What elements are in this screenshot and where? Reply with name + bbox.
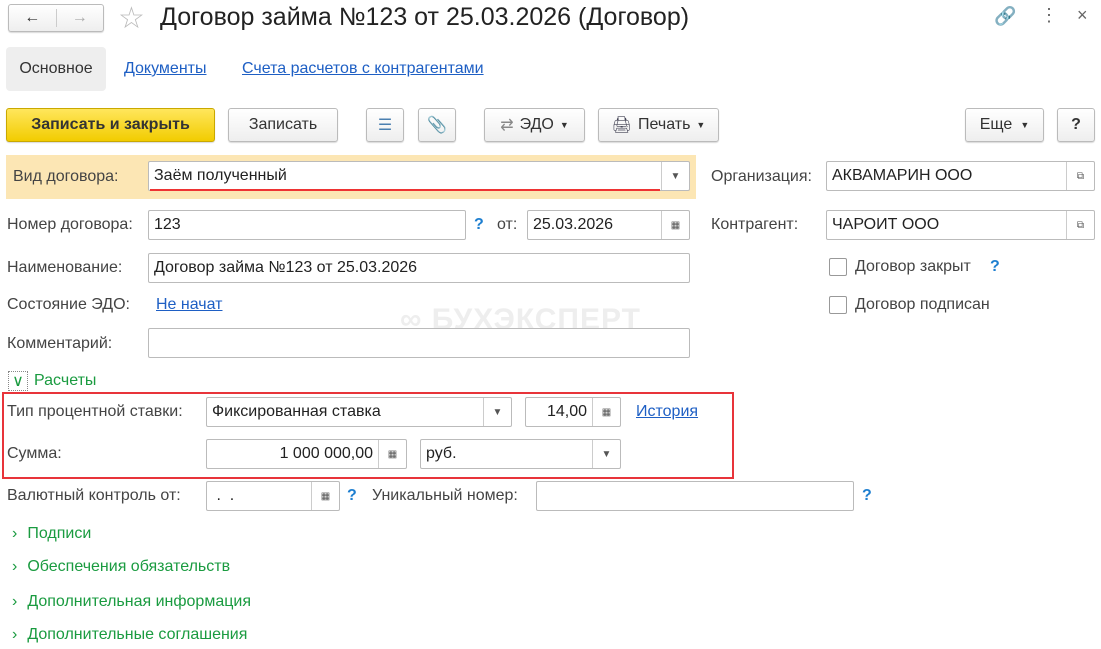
rate-field[interactable]: 14,00 ▦ bbox=[525, 397, 621, 427]
edo-button[interactable]: ⇄ ЭДО ▼ bbox=[484, 108, 585, 142]
counterparty-field[interactable]: ЧАРОИТ ООО ⧉ bbox=[826, 210, 1095, 240]
number-field[interactable]: 123 bbox=[148, 210, 466, 240]
name-field[interactable]: Договор займа №123 от 25.03.2026 bbox=[148, 253, 690, 283]
save-close-button[interactable]: Записать и закрыть bbox=[6, 108, 215, 142]
sum-label: Сумма: bbox=[7, 445, 62, 462]
printer-icon: 🖨 bbox=[611, 117, 632, 134]
group-label: Дополнительные соглашения bbox=[27, 626, 248, 643]
dropdown-icon[interactable]: ▼ bbox=[661, 162, 689, 190]
print-label: Печать bbox=[637, 116, 691, 133]
print-button[interactable]: 🖨 Печать ▼ bbox=[598, 108, 719, 142]
contract-signed-label: Договор подписан bbox=[855, 296, 990, 313]
calculator-icon[interactable]: ▦ bbox=[592, 398, 620, 426]
save-button[interactable]: Записать bbox=[228, 108, 338, 142]
date-value: 25.03.2026 bbox=[533, 216, 614, 233]
dropdown-icon: ▼ bbox=[696, 120, 706, 130]
group-label: Расчеты bbox=[34, 372, 97, 389]
structure-icon[interactable]: ☰ bbox=[366, 108, 404, 142]
nav-buttons: ← → bbox=[8, 4, 104, 32]
more-label: Еще bbox=[979, 116, 1013, 133]
sum-value: 1 000 000,00 bbox=[279, 445, 373, 462]
chevron-right-icon: › bbox=[12, 558, 18, 575]
help-icon[interactable]: ? bbox=[347, 487, 357, 505]
name-value: Договор займа №123 от 25.03.2026 bbox=[154, 259, 418, 276]
currency-control-label: Валютный контроль от: bbox=[7, 487, 181, 504]
group-signatures[interactable]: › Подписи bbox=[12, 525, 91, 543]
history-link[interactable]: История bbox=[636, 403, 698, 421]
rate-type-value: Фиксированная ставка bbox=[212, 403, 381, 420]
calendar-icon[interactable]: ▦ bbox=[661, 211, 689, 239]
counterparty-value: ЧАРОИТ ООО bbox=[832, 216, 940, 233]
contract-type-select[interactable]: Заём полученный ▼ bbox=[148, 161, 690, 191]
unique-number-field[interactable] bbox=[536, 481, 854, 511]
favorite-star-icon[interactable]: ☆ bbox=[118, 1, 145, 36]
edo-icon: ⇄ bbox=[500, 117, 514, 134]
dropdown-icon: ▼ bbox=[1020, 120, 1030, 130]
chevron-right-icon: › bbox=[12, 626, 18, 643]
help-button[interactable]: ? bbox=[1057, 108, 1095, 142]
organization-label: Организация: bbox=[711, 168, 812, 185]
date-field[interactable]: 25.03.2026 ▦ bbox=[527, 210, 690, 240]
group-additional-info[interactable]: › Дополнительная информация bbox=[12, 593, 251, 611]
link-icon[interactable]: 🔗 bbox=[994, 6, 1016, 27]
organization-field[interactable]: АКВАМАРИН ООО ⧉ bbox=[826, 161, 1095, 191]
forward-arrow-icon[interactable]: → bbox=[57, 9, 104, 27]
group-label: Подписи bbox=[27, 525, 92, 542]
help-icon[interactable]: ? bbox=[990, 258, 1000, 276]
close-icon[interactable]: × bbox=[1077, 5, 1088, 26]
comment-field[interactable] bbox=[148, 328, 690, 358]
number-value: 123 bbox=[154, 216, 181, 233]
edo-state-link[interactable]: Не начат bbox=[156, 296, 223, 314]
group-label: Дополнительная информация bbox=[27, 593, 251, 610]
rate-value: 14,00 bbox=[546, 403, 587, 420]
page-title: Договор займа №123 от 25.03.2026 (Догово… bbox=[160, 3, 690, 31]
rate-type-label: Тип процентной ставки: bbox=[7, 403, 183, 420]
dropdown-icon[interactable]: ▼ bbox=[483, 398, 511, 426]
counterparty-label: Контрагент: bbox=[711, 216, 799, 233]
comment-label: Комментарий: bbox=[7, 335, 113, 352]
tab-documents[interactable]: Документы bbox=[124, 60, 206, 78]
rate-type-select[interactable]: Фиксированная ставка ▼ bbox=[206, 397, 512, 427]
name-label: Наименование: bbox=[7, 259, 123, 276]
contract-closed-checkbox[interactable] bbox=[829, 258, 847, 276]
open-icon[interactable]: ⧉ bbox=[1066, 162, 1094, 190]
group-agreements[interactable]: › Дополнительные соглашения bbox=[12, 626, 247, 644]
date-label: от: bbox=[497, 216, 518, 233]
calendar-icon[interactable]: ▦ bbox=[311, 482, 339, 510]
help-icon[interactable]: ? bbox=[862, 487, 872, 505]
currency-control-value: . . bbox=[212, 487, 235, 504]
sum-field[interactable]: 1 000 000,00 ▦ bbox=[206, 439, 407, 469]
back-arrow-icon[interactable]: ← bbox=[9, 9, 57, 27]
edo-label: ЭДО bbox=[519, 116, 554, 133]
contract-type-value: Заём полученный bbox=[154, 167, 287, 184]
edo-state-label: Состояние ЭДО: bbox=[7, 296, 130, 313]
open-icon[interactable]: ⧉ bbox=[1066, 211, 1094, 239]
more-menu-icon[interactable]: ⋮ bbox=[1040, 5, 1058, 26]
currency-control-date[interactable]: . . ▦ bbox=[206, 481, 340, 511]
dropdown-icon[interactable]: ▼ bbox=[592, 440, 620, 468]
number-label: Номер договора: bbox=[7, 216, 133, 233]
currency-value: руб. bbox=[426, 445, 457, 462]
contract-type-label: Вид договора: bbox=[13, 168, 119, 185]
calculator-icon[interactable]: ▦ bbox=[378, 440, 406, 468]
group-label: Обеспечения обязательств bbox=[27, 558, 231, 575]
attachment-icon[interactable]: 📎 bbox=[418, 108, 456, 142]
group-obligations[interactable]: › Обеспечения обязательств bbox=[12, 558, 230, 576]
organization-value: АКВАМАРИН ООО bbox=[832, 167, 973, 184]
chevron-right-icon: › bbox=[12, 593, 18, 610]
contract-signed-checkbox[interactable] bbox=[829, 296, 847, 314]
contract-closed-label: Договор закрыт bbox=[855, 258, 971, 275]
dropdown-icon: ▼ bbox=[559, 120, 569, 130]
more-button[interactable]: Еще ▼ bbox=[965, 108, 1044, 142]
chevron-right-icon: › bbox=[12, 525, 18, 542]
tab-accounts[interactable]: Счета расчетов с контрагентами bbox=[242, 60, 484, 78]
help-icon[interactable]: ? bbox=[474, 216, 484, 234]
tab-main[interactable]: Основное bbox=[6, 47, 106, 91]
unique-number-label: Уникальный номер: bbox=[372, 487, 518, 504]
chevron-down-icon: ∨ bbox=[8, 371, 28, 391]
currency-select[interactable]: руб. ▼ bbox=[420, 439, 621, 469]
group-raschety[interactable]: ∨ Расчеты bbox=[8, 371, 96, 391]
red-underline bbox=[150, 189, 660, 191]
